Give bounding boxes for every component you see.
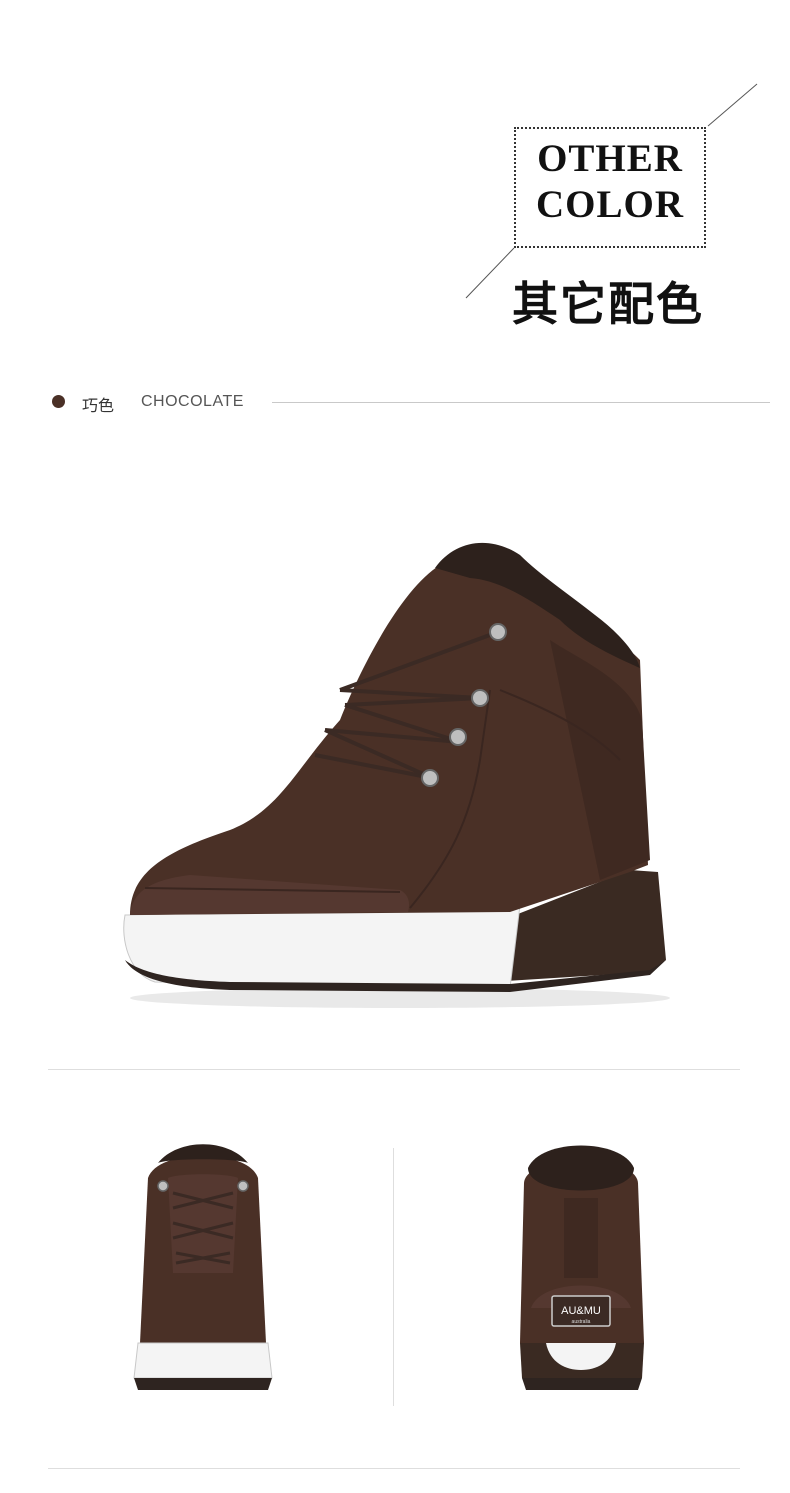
color-label-en: CHOCOLATE (141, 393, 244, 410)
brand-logo-sub: australia (572, 1319, 591, 1325)
color-label-cn: 巧色 (82, 396, 115, 415)
color-row-divider (272, 402, 770, 403)
brand-logo: AU&MU (561, 1305, 601, 1317)
main-boot-image (123, 542, 670, 1008)
section-divider-top (48, 1069, 740, 1070)
back-boot-image: AU&MU australia (520, 1145, 644, 1390)
title-line-color: COLOR (535, 183, 684, 226)
section-divider-bottom (48, 1468, 740, 1469)
title-line-other: OTHER (537, 137, 683, 180)
color-swatch-dot (52, 395, 65, 408)
front-boot-image (133, 1144, 273, 1390)
title-chinese: 其它配色 (512, 277, 704, 331)
image-vertical-divider (393, 1148, 394, 1406)
page-title: OTHER COLOR (514, 136, 706, 228)
